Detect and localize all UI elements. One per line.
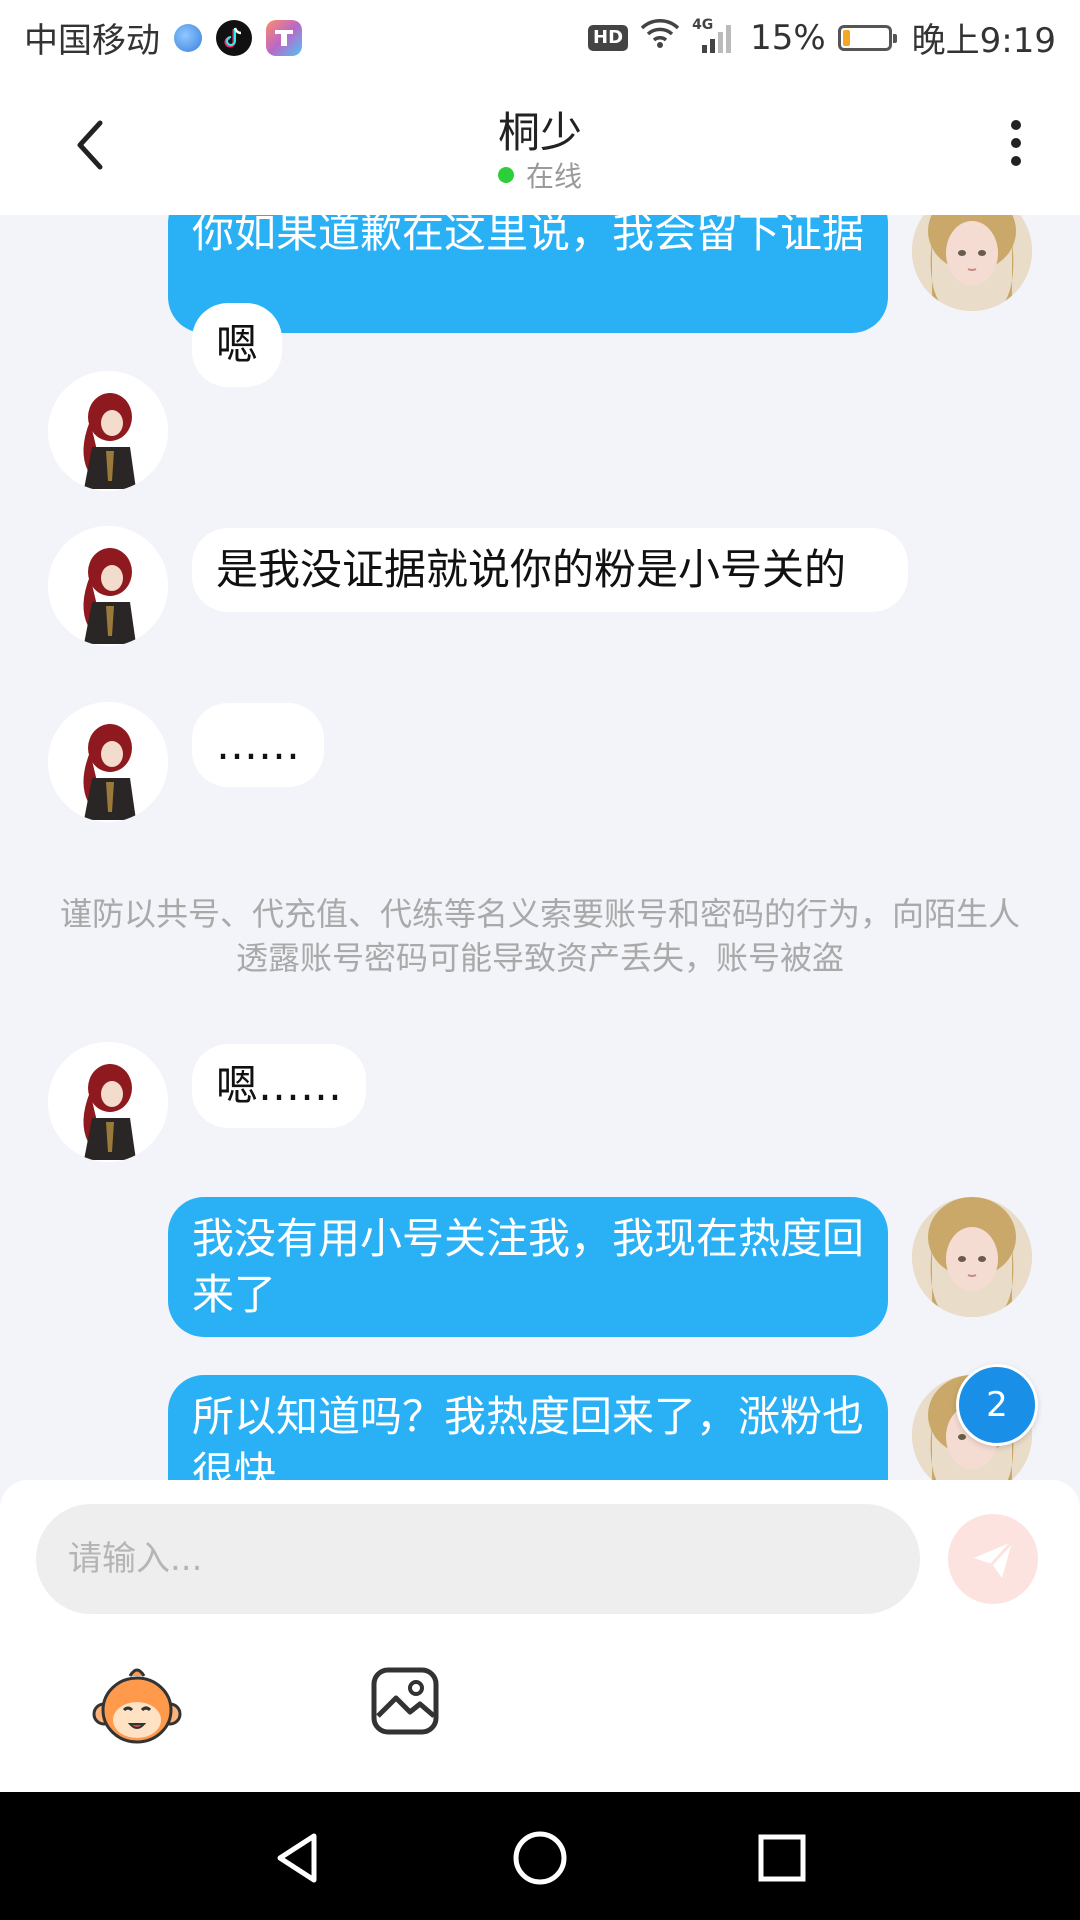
back-triangle-icon bbox=[277, 1833, 317, 1883]
online-status: 在线 bbox=[0, 155, 1080, 195]
nav-home-button[interactable] bbox=[510, 1828, 570, 1888]
message-text: …… bbox=[216, 720, 300, 769]
clock: 晚上9:19 bbox=[911, 21, 1056, 61]
message-text: 你如果道歉在这里说，我会留下证据 bbox=[192, 215, 865, 257]
security-notice: 谨防以共号、代充值、代练等名义索要账号和密码的行为，向陌生人透露账号密码可能导致… bbox=[60, 895, 1021, 977]
battery-icon bbox=[837, 24, 897, 51]
nav-back-button[interactable] bbox=[268, 1828, 328, 1888]
message-bubble-sent[interactable]: 你如果道歉在这里说，我会留下证据 bbox=[168, 215, 888, 333]
signal-icon: 4G bbox=[692, 17, 738, 55]
home-circle-icon bbox=[513, 1831, 567, 1885]
contact-avatar[interactable] bbox=[48, 1042, 168, 1162]
message-text: 嗯…… bbox=[216, 1061, 343, 1110]
status-right: HD 4G 15% 晚上9:19 bbox=[588, 13, 1056, 62]
contact-name: 桐少 bbox=[497, 108, 582, 157]
contact-avatar[interactable] bbox=[48, 371, 168, 491]
message-input[interactable] bbox=[36, 1504, 920, 1614]
send-icon bbox=[974, 1540, 1014, 1578]
battery-percent: 15% bbox=[750, 17, 826, 58]
message-text: 是我没证据就说你的粉是小号关的 bbox=[216, 545, 847, 594]
wifi-icon bbox=[640, 17, 680, 58]
my-avatar[interactable] bbox=[912, 1197, 1032, 1317]
more-vertical-icon bbox=[1011, 120, 1021, 166]
send-button[interactable] bbox=[948, 1514, 1038, 1604]
message-bubble-sent[interactable]: 我没有用小号关注我，我现在热度回来了 bbox=[168, 1197, 888, 1337]
message-bubble-received[interactable]: 嗯…… bbox=[192, 1044, 367, 1128]
emoji-button[interactable] bbox=[92, 1662, 182, 1752]
message-bubble-received[interactable]: 嗯 bbox=[192, 303, 283, 387]
more-options-button[interactable] bbox=[996, 115, 1036, 175]
carrier-name: 中国移动 bbox=[24, 21, 160, 61]
status-left: 中国移动 bbox=[24, 13, 302, 62]
message-bubble-sent[interactable]: 所以知道吗？我热度回来了，涨粉也很快 bbox=[168, 1375, 888, 1480]
recents-square-icon bbox=[758, 1834, 806, 1882]
online-dot-icon bbox=[497, 167, 514, 183]
message-text: 我没有用小号关注我，我现在热度回来了 bbox=[192, 1214, 865, 1319]
monkey-emoji-icon bbox=[92, 1668, 182, 1744]
contact-avatar[interactable] bbox=[48, 702, 168, 822]
tiktok-icon bbox=[216, 19, 252, 56]
chat-message-list[interactable]: 你如果道歉在这里说，我会留下证据 嗯 是我没证据就说你的粉是小号关的 …… 谨防… bbox=[0, 215, 1080, 1480]
network-type: 4G bbox=[692, 16, 714, 33]
message-text: 所以知道吗？我热度回来了，涨粉也很快 bbox=[192, 1392, 865, 1480]
browser-icon bbox=[174, 23, 202, 52]
nav-recents-button[interactable] bbox=[752, 1828, 812, 1888]
contact-avatar[interactable] bbox=[48, 526, 168, 646]
input-panel bbox=[0, 1480, 1080, 1792]
battery-level bbox=[842, 29, 850, 46]
online-status-label: 在线 bbox=[525, 160, 582, 193]
status-bar: 中国移动 HD 4G 15% 晚上9:19 bbox=[0, 0, 1080, 75]
image-button[interactable] bbox=[370, 1666, 440, 1736]
unread-count-badge[interactable]: 2 bbox=[956, 1364, 1038, 1446]
message-bubble-received[interactable]: …… bbox=[192, 703, 324, 787]
image-icon bbox=[371, 1667, 439, 1735]
chat-header: 桐少 在线 bbox=[0, 75, 1080, 215]
my-avatar[interactable] bbox=[912, 215, 1032, 311]
hd-badge: HD bbox=[588, 24, 629, 51]
message-text: 嗯 bbox=[216, 320, 259, 369]
system-nav-bar bbox=[0, 1792, 1080, 1920]
tasks-app-icon bbox=[266, 19, 302, 56]
message-bubble-received[interactable]: 是我没证据就说你的粉是小号关的 bbox=[192, 528, 908, 612]
